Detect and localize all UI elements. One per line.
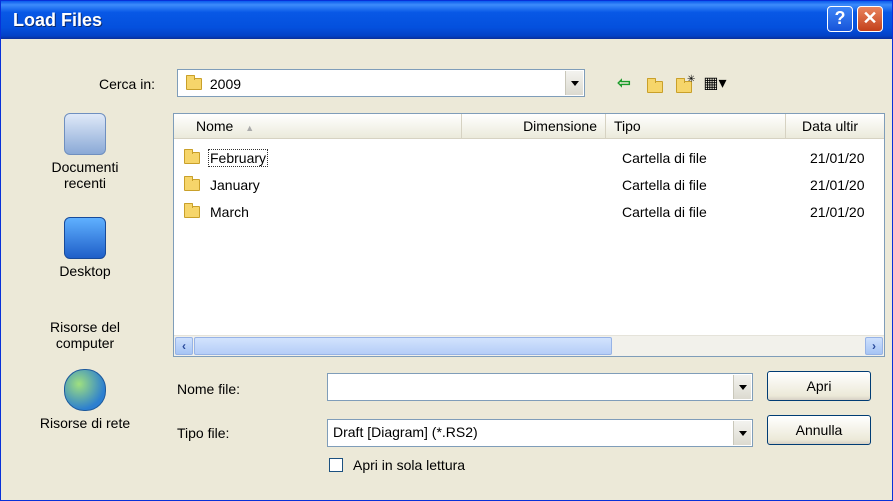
new-folder-icon[interactable]: ✳ (673, 73, 695, 95)
open-button[interactable]: Apri (767, 371, 871, 401)
folder-icon (184, 203, 200, 218)
up-folder-icon[interactable] (644, 73, 666, 95)
folder-icon (186, 75, 202, 90)
scroll-right-icon[interactable]: › (865, 337, 883, 355)
load-files-dialog: Load Files ? ✕ Cerca in: 2009 ⇦ ✳ ▦▾ Doc… (0, 0, 893, 501)
place-recent-documents[interactable]: Documenti recenti (15, 113, 155, 191)
window-title: Load Files (13, 10, 103, 30)
list-header: Nome ▲ Dimensione Tipo Data ultir (174, 114, 884, 139)
back-arrow-icon[interactable]: ⇦ (613, 73, 635, 95)
network-icon (64, 369, 106, 411)
place-desktop[interactable]: Desktop (15, 217, 155, 279)
filetype-label: Tipo file: (177, 425, 230, 441)
help-button[interactable]: ? (827, 6, 853, 32)
read-only-label: Apri in sola lettura (353, 457, 466, 473)
sort-arrow-icon: ▲ (245, 123, 255, 133)
place-my-computer[interactable]: Risorse del computer (15, 319, 155, 351)
chevron-down-icon[interactable] (565, 71, 583, 95)
horizontal-scrollbar[interactable]: ‹ › (174, 335, 884, 356)
read-only-checkbox[interactable] (329, 458, 343, 472)
column-size[interactable]: Dimensione (462, 114, 606, 138)
close-button[interactable]: ✕ (857, 6, 883, 32)
filetype-combo[interactable]: Draft [Diagram] (*.RS2) (327, 419, 753, 447)
chevron-down-icon[interactable] (733, 375, 751, 399)
look-in-label: Cerca in: (99, 76, 156, 92)
chevron-down-icon[interactable] (733, 421, 751, 445)
list-item[interactable]: February Cartella di file 21/01/20 (174, 146, 884, 172)
filename-combo[interactable] (327, 373, 753, 401)
places-bar: Documenti recenti Desktop Risorse del co… (15, 107, 155, 477)
list-item[interactable]: March Cartella di file 21/01/20 (174, 200, 884, 226)
look-in-value: 2009 (209, 76, 242, 92)
place-network[interactable]: Risorse di rete (15, 369, 155, 431)
column-date[interactable]: Data ultir (786, 114, 884, 138)
folder-icon (184, 176, 200, 191)
cancel-button[interactable]: Annulla (767, 415, 871, 445)
filetype-value: Draft [Diagram] (*.RS2) (333, 424, 478, 440)
column-name[interactable]: Nome ▲ (174, 114, 462, 138)
look-in-combo[interactable]: 2009 (177, 69, 585, 97)
scrollbar-thumb[interactable] (194, 337, 612, 355)
scroll-left-icon[interactable]: ‹ (175, 337, 193, 355)
list-item[interactable]: January Cartella di file 21/01/20 (174, 173, 884, 199)
file-list[interactable]: Nome ▲ Dimensione Tipo Data ultir Februa… (173, 113, 885, 357)
recent-documents-icon (64, 113, 106, 155)
title-bar[interactable]: Load Files ? ✕ (1, 1, 892, 39)
filename-label: Nome file: (177, 381, 241, 397)
column-type[interactable]: Tipo (606, 114, 786, 138)
view-menu-icon[interactable]: ▦▾ (701, 73, 729, 95)
folder-icon (184, 149, 200, 164)
desktop-icon (64, 217, 106, 259)
